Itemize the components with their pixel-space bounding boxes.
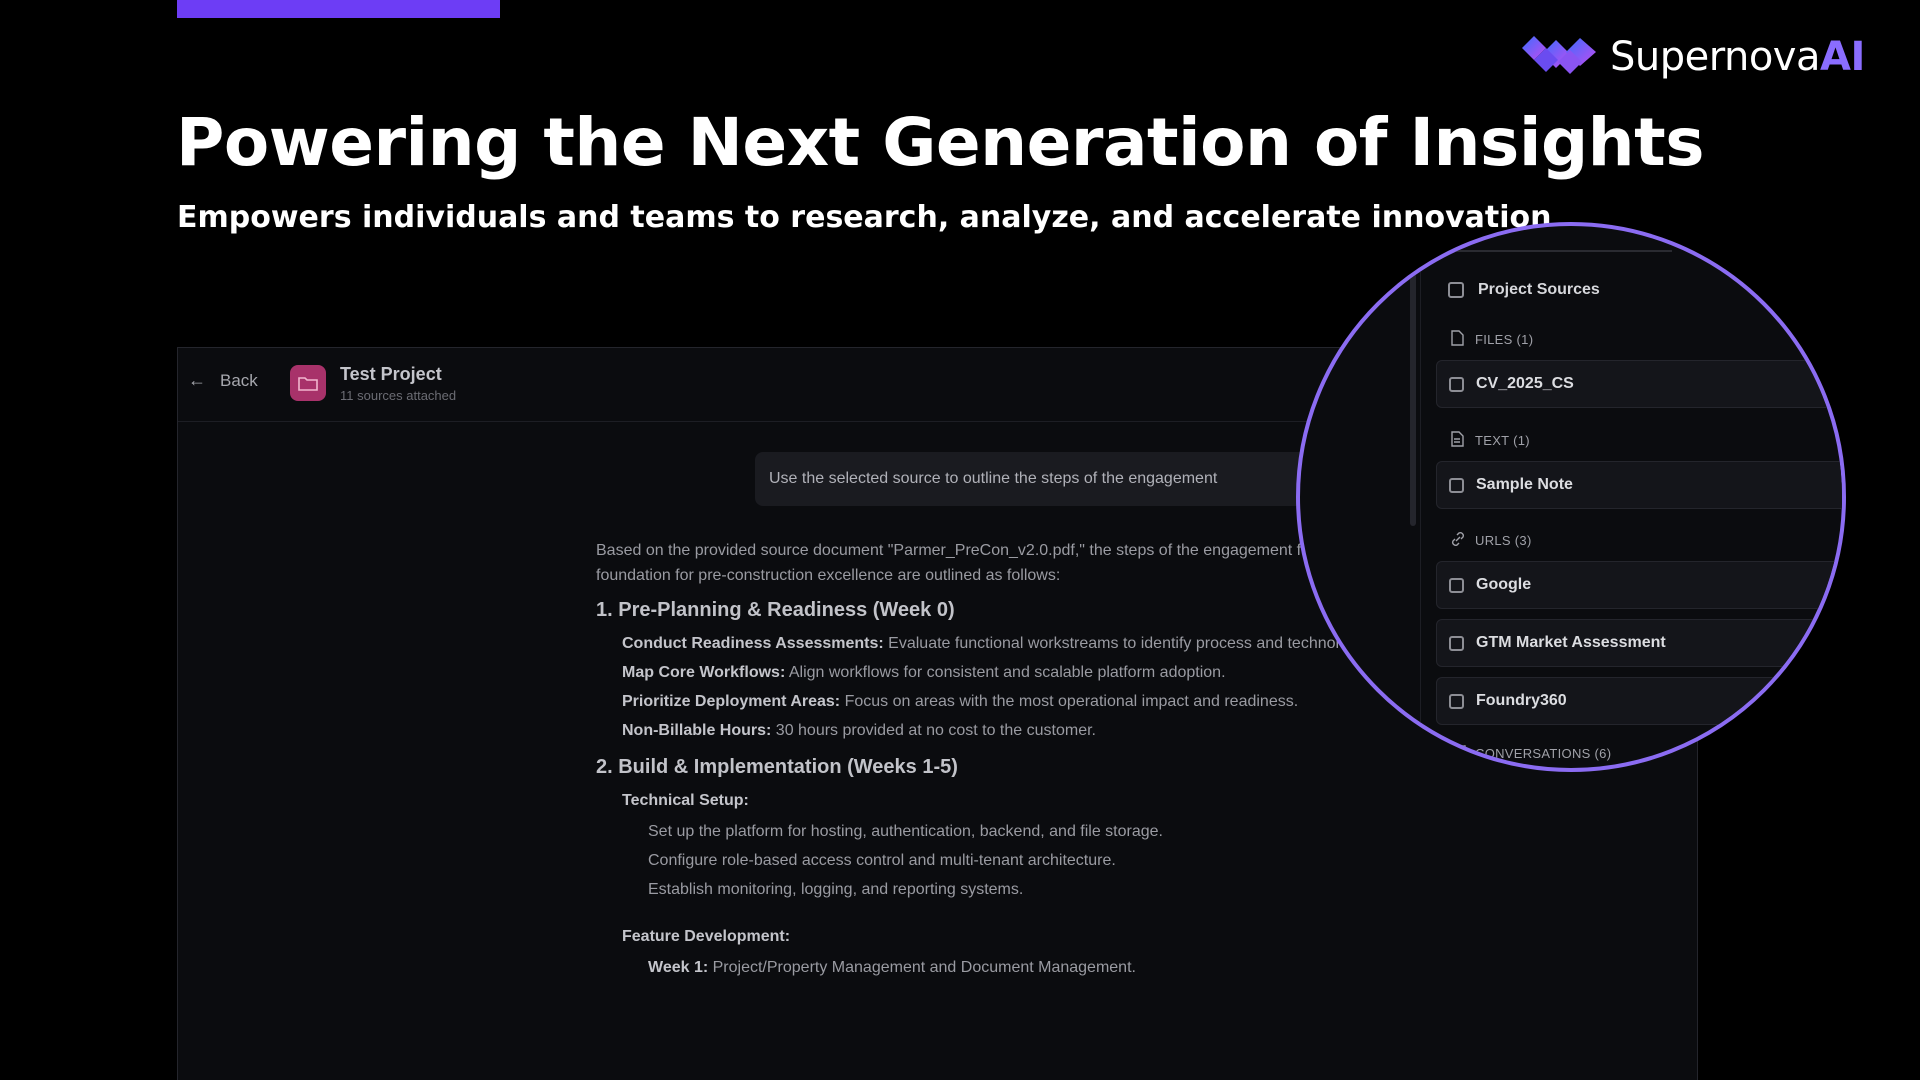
brand-logo: SupernovaAI: [1520, 34, 1865, 80]
supernova-logo-icon: [1522, 36, 1596, 74]
project-title: Test Project: [340, 364, 442, 384]
source-item[interactable]: Sample Note: [1436, 461, 1842, 509]
list-item: Set up the platform for hosting, authent…: [648, 823, 1163, 840]
checkbox[interactable]: [1449, 376, 1464, 392]
arrow-left-icon: ←: [188, 370, 206, 390]
list-item: Establish monitoring, logging, and repor…: [648, 881, 1024, 898]
source-item-label: GTM Market Assessment: [1476, 634, 1666, 651]
checkbox[interactable]: [1449, 477, 1464, 493]
link-icon: [1450, 531, 1466, 550]
accent-bar: [177, 0, 500, 18]
section-files: FILES (1): [1450, 330, 1533, 349]
source-item[interactable]: Google: [1436, 561, 1842, 609]
divider: [1420, 226, 1421, 768]
document-text-icon: [1450, 431, 1466, 450]
subheading-technical-setup: Technical Setup:: [622, 792, 749, 809]
section-conversations: CONVERSATIONS (6): [1450, 745, 1611, 762]
project-sources-label: Project Sources: [1478, 281, 1600, 298]
magnifier-sources-panel: Project Sources FILES (1) CV_2025_CS TEX…: [1296, 222, 1846, 772]
source-item-label: Sample Note: [1476, 476, 1573, 493]
source-item[interactable]: Foundry360: [1436, 677, 1842, 725]
back-label: Back: [220, 370, 258, 390]
project-sources-toggle[interactable]: Project Sources: [1448, 281, 1600, 299]
list-item: Week 1: Project/Property Management and …: [648, 959, 1136, 976]
subheading-feature-development: Feature Development:: [622, 928, 791, 945]
hero-title: Powering the Next Generation of Insights: [176, 104, 1705, 181]
checkbox[interactable]: [1448, 282, 1464, 298]
folder-icon: [290, 365, 326, 401]
section-text: TEXT (1): [1450, 431, 1530, 450]
source-item-label: CV_2025_CS: [1476, 375, 1574, 392]
source-item[interactable]: CV_2025_CS: [1436, 360, 1842, 408]
source-item-label: Google: [1476, 576, 1532, 593]
section-urls: URLS (3): [1450, 531, 1532, 550]
file-icon: [1450, 330, 1466, 349]
divider: [1432, 250, 1672, 252]
checkbox[interactable]: [1449, 693, 1464, 709]
checkbox[interactable]: [1449, 635, 1464, 651]
scrollbar[interactable]: [1410, 266, 1416, 526]
checkbox[interactable]: [1449, 577, 1464, 593]
source-item[interactable]: GTM Market Assessment: [1436, 619, 1842, 667]
source-item-label: Foundry360: [1476, 692, 1567, 709]
brand-name: SupernovaAI: [1610, 34, 1865, 80]
back-button[interactable]: ← Back: [188, 370, 258, 391]
chat-icon: [1450, 745, 1466, 762]
list-item: Configure role-based access control and …: [648, 852, 1116, 869]
project-subtitle: 11 sources attached: [340, 388, 457, 403]
